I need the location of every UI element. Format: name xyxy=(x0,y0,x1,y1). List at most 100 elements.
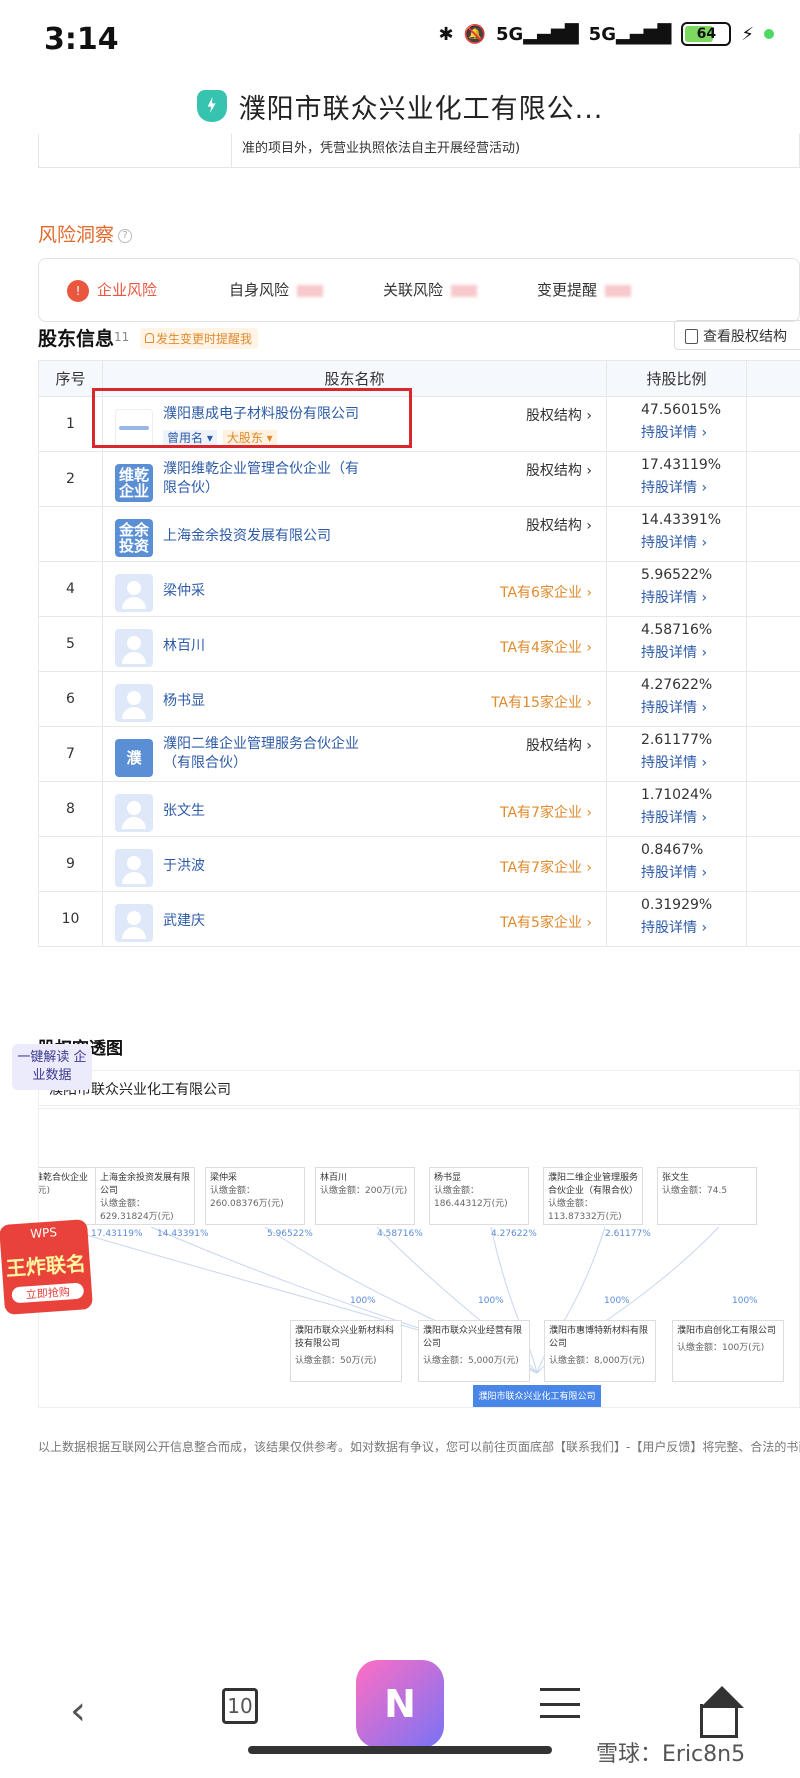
ratio-cell: 14.43391% 持股详情 › xyxy=(606,506,747,562)
risk-self[interactable]: 自身风险 xyxy=(229,279,324,300)
related-companies-link[interactable]: TA有5家企业 › xyxy=(500,912,592,932)
holding-ratio: 0.31929% xyxy=(641,897,713,913)
shareholder-node[interactable]: 林百川 认缴金额：200万(元) xyxy=(315,1167,415,1225)
shareholder-name-link[interactable]: 林百川 xyxy=(163,637,363,656)
row-index: 9 xyxy=(38,836,103,892)
center-company-node[interactable]: 濮阳市联众兴业化工有限公司 xyxy=(473,1385,601,1407)
ratio-cell: 4.58716% 持股详情 › xyxy=(606,616,747,672)
related-companies-link[interactable]: TA有7家企业 › xyxy=(500,802,592,822)
shareholder-name-link[interactable]: 上海金余投资发展有限公司 xyxy=(163,527,363,546)
main-content[interactable]: 准的项目外，凭营业执照依法自主开展经营活动) 风险洞察? ! 企业风险 自身风险… xyxy=(0,134,800,1648)
verified-shield-icon xyxy=(196,90,227,122)
shareholder-node[interactable]: 梁仲采 认缴金额：260.08376万(元) xyxy=(205,1167,305,1225)
risk-related[interactable]: 关联风险 xyxy=(383,279,478,300)
holding-detail-link[interactable]: 持股详情 › xyxy=(641,917,746,937)
holding-detail-link[interactable]: 持股详情 › xyxy=(641,477,746,497)
risk-enterprise[interactable]: 企业风险 xyxy=(97,279,157,300)
shareholder-name-link[interactable]: 濮阳二维企业管理服务合伙企业（有限合伙） xyxy=(163,735,363,773)
wps-promo-badge[interactable]: WPS 王炸联名 立即抢购 xyxy=(0,1219,94,1315)
ai-assistant-button[interactable]: N xyxy=(356,1660,444,1748)
signal-5g-icon: 5G▂▄▆█ xyxy=(495,23,579,45)
table-row[interactable]: 5 林百川 TA有4家企业 › 4.58716% 持股详情 › xyxy=(38,616,800,672)
home-icon[interactable] xyxy=(700,1704,738,1738)
shareholder-name-link[interactable]: 张文生 xyxy=(163,802,363,821)
table-row[interactable]: 金余投资 上海金余投资发展有限公司 股权结构 › 14.43391% 持股详情 … xyxy=(38,506,800,562)
person-avatar xyxy=(115,849,153,887)
company-avatar: 金余投资 xyxy=(115,519,153,557)
shareholder-name-link[interactable]: 梁仲采 xyxy=(163,582,363,601)
table-row[interactable]: 2 维乾企业 濮阳维乾企业管理合伙企业（有限合伙） 股权结构 › 17.4311… xyxy=(38,451,800,507)
table-row[interactable]: 10 武建庆 TA有5家企业 › 0.31929% 持股详情 › xyxy=(38,891,800,947)
shareholder-name-link[interactable]: 于洪波 xyxy=(163,857,363,876)
table-row[interactable]: 8 张文生 TA有7家企业 › 1.71024% 持股详情 › xyxy=(38,781,800,837)
col-header-ratio: 持股比例 xyxy=(606,360,747,397)
shareholder-cell[interactable]: 金余投资 上海金余投资发展有限公司 股权结构 › xyxy=(102,506,607,562)
equity-structure-link[interactable]: 股权结构 › xyxy=(526,735,592,755)
shareholder-name-link[interactable]: 武建庆 xyxy=(163,912,363,931)
shareholder-cell[interactable]: 杨书显 TA有15家企业 › xyxy=(102,671,607,727)
person-avatar xyxy=(115,904,153,942)
table-row[interactable]: 9 于洪波 TA有7家企业 › 0.8467% 持股详情 › xyxy=(38,836,800,892)
shareholder-cell[interactable]: 梁仲采 TA有6家企业 › xyxy=(102,561,607,617)
holding-ratio: 1.71024% xyxy=(641,787,713,803)
holding-detail-link[interactable]: 持股详情 › xyxy=(641,532,746,552)
holding-detail-link[interactable]: 持股详情 › xyxy=(641,807,746,827)
tabs-count-button[interactable]: 10 xyxy=(222,1688,258,1724)
business-scope-text: 准的项目外，凭营业执照依法自主开展经营活动) xyxy=(242,141,521,156)
risk-change-alert[interactable]: 变更提醒 xyxy=(537,279,632,300)
table-row[interactable]: 6 杨书显 TA有15家企业 › 4.27622% 持股详情 › xyxy=(38,671,800,727)
risk-card[interactable]: ! 企业风险 自身风险 关联风险 变更提醒 xyxy=(38,258,800,322)
view-equity-structure-button[interactable]: 查看股权结构 xyxy=(674,320,800,350)
shareholder-cell[interactable]: 于洪波 TA有7家企业 › xyxy=(102,836,607,892)
ratio-cell: 1.71024% 持股详情 › xyxy=(606,781,747,837)
shareholder-node[interactable]: 杨书显 认缴金额：186.44312万(元) xyxy=(429,1167,529,1225)
shareholder-cell[interactable]: 濮 濮阳二维企业管理服务合伙企业（有限合伙） 股权结构 › xyxy=(102,726,607,782)
shareholder-node[interactable]: 濮阳二维企业管理服务合伙企业（有限合伙） 认缴金额：113.87332万(元) xyxy=(543,1167,643,1225)
holding-ratio: 2.61177% xyxy=(641,732,713,748)
change-remind-button[interactable]: 发生变更时提醒我 xyxy=(140,328,259,349)
holding-ratio: 4.58716% xyxy=(641,622,713,638)
ai-interpret-button[interactable]: 一键解读 企业数据 xyxy=(12,1044,92,1090)
privacy-dot-icon xyxy=(764,29,774,39)
back-arrow-icon[interactable]: ‹ xyxy=(58,1688,98,1734)
shareholder-name-link[interactable]: 濮阳维乾企业管理合伙企业（有限合伙） xyxy=(163,460,363,498)
holding-detail-link[interactable]: 持股详情 › xyxy=(641,642,746,662)
shareholder-cell[interactable]: 武建庆 TA有5家企业 › xyxy=(102,891,607,947)
ratio-cell: 4.27622% 持股详情 › xyxy=(606,671,747,727)
help-icon[interactable]: ? xyxy=(118,228,133,243)
holding-detail-link[interactable]: 持股详情 › xyxy=(641,862,746,882)
shareholder-cell[interactable]: 维乾企业 濮阳维乾企业管理合伙企业（有限合伙） 股权结构 › xyxy=(102,451,607,507)
shareholder-node[interactable]: 张文生 认缴金额：74.5 xyxy=(657,1167,757,1225)
menu-icon[interactable] xyxy=(540,1688,580,1718)
equity-structure-link[interactable]: 股权结构 › xyxy=(526,515,592,535)
related-companies-link[interactable]: TA有4家企业 › xyxy=(500,637,592,657)
holding-detail-link[interactable]: 持股详情 › xyxy=(641,752,746,772)
related-companies-link[interactable]: TA有6家企业 › xyxy=(500,582,592,602)
holding-detail-link[interactable]: 持股详情 › xyxy=(641,697,746,717)
related-companies-link[interactable]: TA有7家企业 › xyxy=(500,857,592,877)
holding-detail-link[interactable]: 持股详情 › xyxy=(641,422,746,442)
gesture-bar[interactable] xyxy=(248,1746,552,1754)
risk-section-title: 风险洞察? xyxy=(38,220,133,247)
holding-ratio: 0.8467% xyxy=(641,842,704,858)
subsidiary-node[interactable]: 濮阳市惠博特新材料有限公司 认缴金额：8,000万(元) xyxy=(544,1320,656,1382)
shareholder-node[interactable]: 上海金余投资发展有限公司 认缴金额：629.31824万(元) xyxy=(95,1167,195,1225)
node-percent: 4.27622% xyxy=(491,1229,537,1239)
subsidiary-node[interactable]: 濮阳市启创化工有限公司 认缴金额：100万(元) xyxy=(672,1320,784,1382)
shareholder-cell[interactable]: 林百川 TA有4家企业 › xyxy=(102,616,607,672)
holding-detail-link[interactable]: 持股详情 › xyxy=(641,587,746,607)
disclaimer-text: 以上数据根据互联网公开信息整合而成，该结果仅供参考。如对数据有争议，您可以前往页… xyxy=(38,1440,800,1454)
bluetooth-icon: ✱ xyxy=(438,23,454,45)
shareholder-name-link[interactable]: 杨书显 xyxy=(163,692,363,711)
subsidiary-node[interactable]: 濮阳市联众兴业新材料科技有限公司 认缴金额：50万(元) xyxy=(290,1320,402,1382)
holding-ratio: 47.56015% xyxy=(641,402,722,418)
subsidiary-node[interactable]: 濮阳市联众兴业经营有限公司 认缴金额：5,000万(元) xyxy=(418,1320,530,1382)
table-row[interactable]: 7 濮 濮阳二维企业管理服务合伙企业（有限合伙） 股权结构 › 2.61177%… xyxy=(38,726,800,782)
row-index: 7 xyxy=(38,726,103,782)
table-row[interactable]: 4 梁仲采 TA有6家企业 › 5.96522% 持股详情 › xyxy=(38,561,800,617)
shareholder-cell[interactable]: 张文生 TA有7家企业 › xyxy=(102,781,607,837)
subsidiary-percent: 100% xyxy=(732,1296,758,1306)
related-companies-link[interactable]: TA有15家企业 › xyxy=(491,692,592,712)
equity-structure-link[interactable]: 股权结构 › xyxy=(526,460,592,480)
equity-structure-link[interactable]: 股权结构 › xyxy=(526,405,592,425)
